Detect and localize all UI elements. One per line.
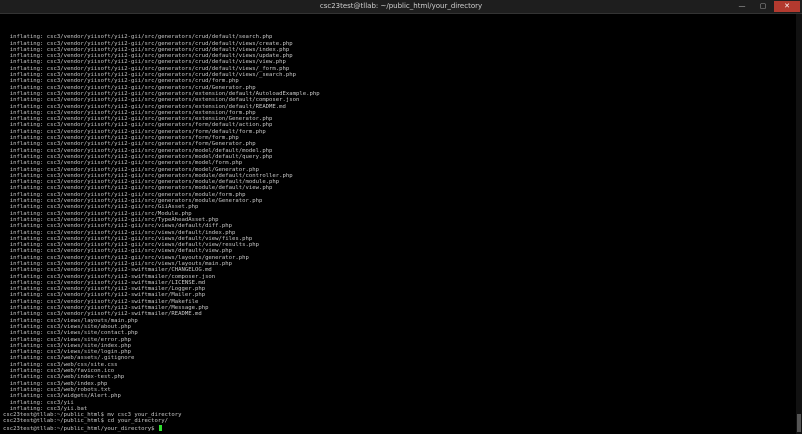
vertical-scrollbar[interactable] [796,14,802,434]
window-controls: — ▢ ✕ [732,1,800,12]
terminal-window: csc23test@tllab: ~/public_html/your_dire… [0,0,802,434]
title-bar[interactable]: csc23test@tllab: ~/public_html/your_dire… [0,0,802,14]
prompt-line: csc23test@tllab:~/public_html/your_direc… [3,424,796,432]
window-title: csc23test@tllab: ~/public_html/your_dire… [319,2,483,10]
minimize-button[interactable]: — [732,1,752,12]
scrollbar-thumb[interactable] [797,414,801,432]
text-cursor [158,424,162,431]
close-button[interactable]: ✕ [774,1,800,12]
maximize-button[interactable]: ▢ [753,1,773,12]
terminal-output[interactable]: inflating: csc3/vendor/yiisoft/yii2-gii/… [0,14,796,434]
terminal-lines: inflating: csc3/vendor/yiisoft/yii2-gii/… [3,34,796,431]
